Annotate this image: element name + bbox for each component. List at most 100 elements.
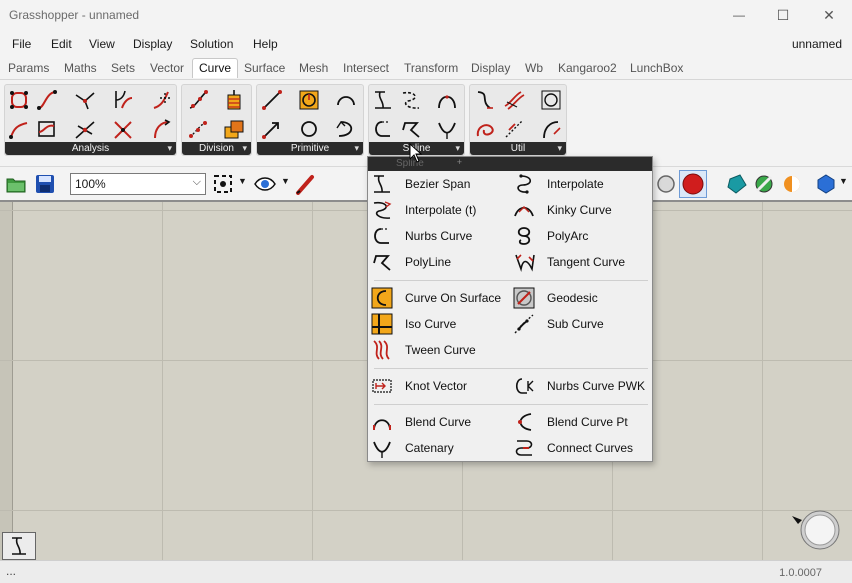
tab-lunchbox[interactable]: LunchBox xyxy=(630,61,683,75)
bezier-span-drag-icon[interactable] xyxy=(2,532,36,560)
offset-curve-icon[interactable] xyxy=(503,89,525,111)
dropdown-item-polyarc[interactable]: PolyArc xyxy=(513,225,588,247)
curve-analysis-icon[interactable] xyxy=(36,89,58,111)
tab-display[interactable]: Display xyxy=(471,61,510,75)
menu-view[interactable]: View xyxy=(89,37,115,51)
dropdown-item-polyline[interactable]: PolyLine xyxy=(371,251,451,273)
dropdown-item-nurbs-curve[interactable]: Nurbs Curve xyxy=(371,225,472,247)
menu-solution[interactable]: Solution xyxy=(190,37,233,51)
line-icon[interactable] xyxy=(261,89,283,111)
tab-mesh[interactable]: Mesh xyxy=(299,61,328,75)
navigation-compass-icon[interactable] xyxy=(792,508,842,552)
tab-transform[interactable]: Transform xyxy=(404,61,458,75)
panel-analysis-label[interactable]: Analysis ▾ xyxy=(5,142,176,155)
zoom-select[interactable]: 100% ⌵ xyxy=(70,173,206,195)
bake-icon[interactable] xyxy=(726,173,748,195)
dropdown-item-connect-curves[interactable]: Connect Curves xyxy=(513,437,633,459)
maximize-button[interactable]: ☐ xyxy=(760,0,806,30)
dropdown-item-curve-on-surface[interactable]: Curve On Surface xyxy=(371,287,501,309)
curvature-icon[interactable] xyxy=(112,88,134,110)
dropdown-item-sub-curve[interactable]: Sub Curve xyxy=(513,313,604,335)
save-file-icon[interactable] xyxy=(34,173,56,195)
curve-closest-point-icon[interactable] xyxy=(74,89,96,111)
preview-selected-icon[interactable] xyxy=(753,173,775,195)
chevron-down-icon[interactable]: ▼ xyxy=(281,176,290,186)
display-mode-icon[interactable] xyxy=(815,173,837,195)
nurbs-curve-icon[interactable] xyxy=(372,118,394,140)
dropdown-item-blend-curve-pt[interactable]: Blend Curve Pt xyxy=(513,411,628,433)
interpolate-icon[interactable] xyxy=(400,89,422,111)
curve-domain-icon[interactable] xyxy=(8,118,30,140)
arc-icon[interactable] xyxy=(335,89,357,111)
dropdown-item-interpolate[interactable]: Interpolate xyxy=(513,173,604,195)
preview-shaded-button[interactable] xyxy=(679,170,707,198)
dropdown-item-catenary[interactable]: Catenary xyxy=(371,437,454,459)
contour-icon[interactable] xyxy=(223,89,245,111)
dropdown-item-blend-curve[interactable]: Blend Curve xyxy=(371,411,471,433)
discontinuity-icon[interactable] xyxy=(112,118,134,140)
dropdown-item-tween-curve[interactable]: Tween Curve xyxy=(371,339,476,361)
divide-curve-icon[interactable] xyxy=(187,89,209,111)
fillet-distance-icon[interactable] xyxy=(540,89,562,111)
curve-side-icon[interactable] xyxy=(151,118,173,140)
panel-util-label[interactable]: Util ▾ xyxy=(470,142,566,155)
menu-display[interactable]: Display xyxy=(133,37,172,51)
line-sdl-icon[interactable] xyxy=(261,118,283,140)
menu-file[interactable]: File xyxy=(12,37,31,51)
dropdown-item-interpolate-t[interactable]: Interpolate (t) xyxy=(371,199,476,221)
tab-wb[interactable]: Wb xyxy=(525,61,543,75)
offset-loose-icon[interactable] xyxy=(474,118,496,140)
circle-icon[interactable] xyxy=(298,118,320,140)
panel-division-label[interactable]: Division ▾ xyxy=(182,142,251,155)
open-file-icon[interactable] xyxy=(5,173,27,195)
tab-params[interactable]: Params xyxy=(8,61,49,75)
menu-help[interactable]: Help xyxy=(253,37,278,51)
kinky-curve-icon[interactable] xyxy=(436,89,458,111)
circle-cnr-icon[interactable] xyxy=(298,89,320,111)
document-preview-icon[interactable] xyxy=(781,173,803,195)
bezier-span-icon[interactable] xyxy=(372,89,394,111)
close-button[interactable]: ✕ xyxy=(806,0,852,30)
tab-surface[interactable]: Surface xyxy=(244,61,285,75)
tab-curve[interactable]: Curve xyxy=(192,58,239,78)
project-icon[interactable] xyxy=(503,118,525,140)
contour-ex-icon[interactable] xyxy=(223,118,245,140)
dropdown-item-geodesic[interactable]: Geodesic xyxy=(513,287,598,309)
tab-sets[interactable]: Sets xyxy=(111,61,135,75)
arc-sed-icon[interactable] xyxy=(335,118,357,140)
dropdown-item-bezier-span[interactable]: Bezier Span xyxy=(371,173,470,195)
zoom-extents-icon[interactable] xyxy=(212,173,234,195)
curve-frame-icon[interactable] xyxy=(36,118,58,140)
tab-maths[interactable]: Maths xyxy=(64,61,97,75)
curve-on-surface-icon xyxy=(371,287,393,309)
polyline-icon xyxy=(371,251,393,273)
dropdown-item-tangent-curve[interactable]: Tangent Curve xyxy=(513,251,625,273)
panel-primitive-label[interactable]: Primitive ▾ xyxy=(257,142,363,155)
tab-intersect[interactable]: Intersect xyxy=(343,61,389,75)
sketch-pen-icon[interactable] xyxy=(294,173,316,195)
dropdown-item-knot-vector[interactable]: Knot Vector xyxy=(371,375,467,397)
control-points-icon[interactable] xyxy=(8,89,30,111)
extend-curve-icon[interactable] xyxy=(540,118,562,140)
preview-wire-icon[interactable] xyxy=(655,173,677,195)
chevron-down-icon[interactable]: ▼ xyxy=(238,176,247,186)
evaluate-curve-icon[interactable] xyxy=(74,118,96,140)
minimize-button[interactable]: — xyxy=(716,0,762,30)
polyline-icon[interactable] xyxy=(400,118,422,140)
derivatives-icon[interactable] xyxy=(151,89,173,111)
tab-kangaroo2[interactable]: Kangaroo2 xyxy=(558,61,617,75)
catenary-icon[interactable] xyxy=(436,118,458,140)
dropdown-item-kinky-curve[interactable]: Kinky Curve xyxy=(513,199,612,221)
interpolate-t-icon xyxy=(371,199,393,221)
panel-expand-icon: ▾ xyxy=(455,143,460,153)
fillet-icon[interactable] xyxy=(474,89,496,111)
dropdown-item-iso-curve[interactable]: Iso Curve xyxy=(371,313,456,335)
grid-line xyxy=(0,510,852,511)
menu-edit[interactable]: Edit xyxy=(51,37,72,51)
chevron-down-icon[interactable]: ▼ xyxy=(839,176,848,186)
preview-eye-icon[interactable] xyxy=(253,173,277,195)
divide-distance-icon[interactable] xyxy=(187,118,209,140)
tween-curve-icon xyxy=(371,339,393,361)
tab-vector[interactable]: Vector xyxy=(150,61,184,75)
dropdown-item-nurbs-curve-pwk[interactable]: Nurbs Curve PWK xyxy=(513,375,645,397)
